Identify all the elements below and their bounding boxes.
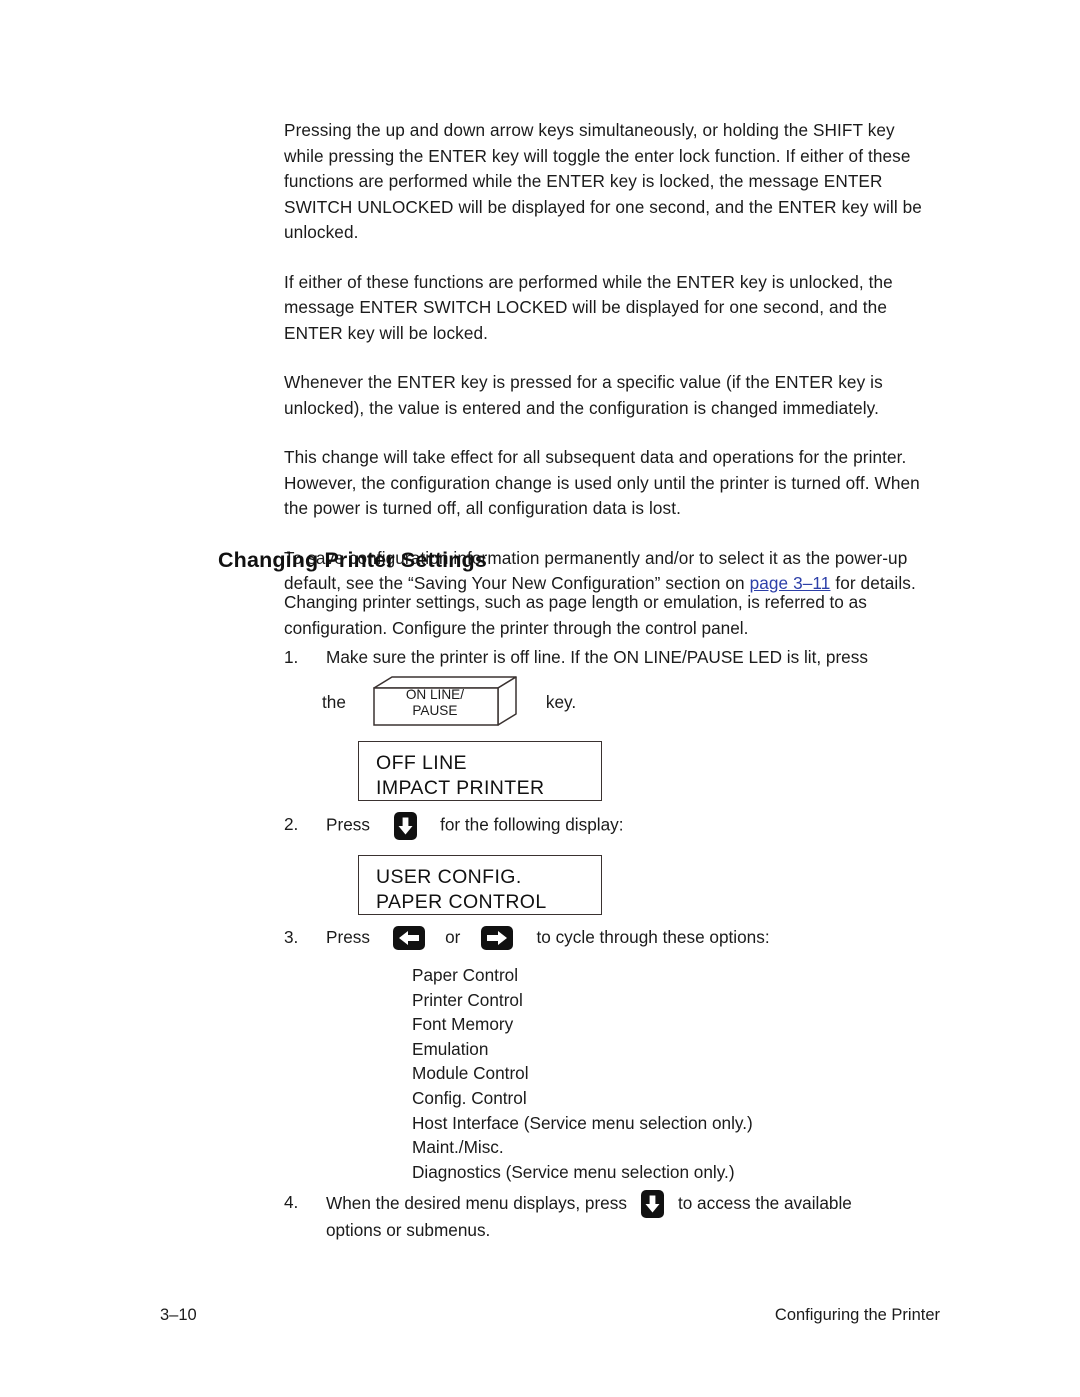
step-3-before-icon: Press xyxy=(326,927,370,947)
arrow-right-key-icon[interactable] xyxy=(480,926,513,951)
step-4-before-icon: When the desired menu displays, press xyxy=(326,1193,627,1214)
step-4-after-icon: to access the available xyxy=(677,1193,852,1214)
document-page: Pressing the up and down arrow keys simu… xyxy=(0,0,1080,1397)
list-item: Diagnostics (Service menu selection only… xyxy=(412,1161,735,1182)
step-2: 2. Press for the following display: xyxy=(284,812,944,840)
list-item: Emulation xyxy=(412,1038,489,1059)
lcd-display-1-line-2: IMPACT PRINTER xyxy=(376,777,545,799)
step-4: 4. When the desired menu displays, press… xyxy=(284,1190,944,1244)
step-4-second-line: options or submenus. xyxy=(326,1220,491,1240)
lcd-display-2-line-1: USER CONFIG. xyxy=(376,866,522,888)
arrow-down-key-icon[interactable] xyxy=(640,1190,664,1218)
step-1-number: 1. xyxy=(284,647,299,667)
on-line-pause-key-line: the ON LINE/ PAUSE key. xyxy=(322,676,576,728)
paragraph-4: This change will take effect for all sub… xyxy=(284,447,920,518)
keyline-lead-text: the xyxy=(322,691,346,712)
lcd-display-off-line: OFF LINE IMPACT PRINTER xyxy=(358,741,602,801)
step-3: 3. Press or to cycle through these optio… xyxy=(284,925,944,951)
step-3-after-icon: to cycle through these options: xyxy=(536,927,770,947)
step-3-between-icons: or xyxy=(445,927,461,947)
list-item: Maint./Misc. xyxy=(412,1137,504,1158)
lcd-display-1-line-1: OFF LINE xyxy=(376,752,467,774)
arrow-left-key-icon[interactable] xyxy=(392,926,425,951)
step-2-number: 2. xyxy=(284,814,299,834)
step-1-text: Make sure the printer is off line. If th… xyxy=(326,647,868,667)
keyline-trail-text: key. xyxy=(545,691,577,712)
step-2-after-icon: for the following display: xyxy=(440,814,624,835)
step-2-before-icon: Press xyxy=(326,814,370,835)
step-4-text: When the desired menu displays, press to… xyxy=(326,1190,944,1244)
page-title: Changing Printer Settings xyxy=(218,548,487,572)
list-item: Module Control xyxy=(412,1063,529,1084)
list-item: Host Interface (Service menu selection o… xyxy=(412,1112,753,1133)
paragraph-2: If either of these functions are perform… xyxy=(284,271,893,343)
step-2-text: Press for the following display: xyxy=(326,812,944,840)
list-item: Paper Control xyxy=(412,965,519,985)
menu-options-list: Paper Control Printer Control Font Memor… xyxy=(412,963,753,1184)
footer-page-number: 3–10 xyxy=(160,1306,197,1324)
lcd-display-user-config: USER CONFIG. PAPER CONTROL xyxy=(358,855,602,915)
arrow-down-key-icon[interactable] xyxy=(393,812,417,840)
step-4-number: 4. xyxy=(284,1192,299,1212)
lcd-display-2-line-2: PAPER CONTROL xyxy=(376,891,547,913)
step-4-first-line: When the desired menu displays, press to… xyxy=(326,1190,944,1218)
body-text-column: Pressing the up and down arrow keys simu… xyxy=(284,118,934,597)
step-3-number: 3. xyxy=(284,927,299,947)
footer-section-title: Configuring the Printer xyxy=(774,1306,940,1324)
on-line-pause-keycap[interactable]: ON LINE/ PAUSE xyxy=(356,676,524,728)
paragraph-3: Whenever the ENTER key is pressed for a … xyxy=(284,372,883,418)
list-item: Font Memory xyxy=(412,1014,514,1035)
page-footer: 3–10 Configuring the Printer xyxy=(0,1306,1080,1330)
step-3-text: Press or to cycle through these options: xyxy=(326,925,944,951)
step-1: 1. Make sure the printer is off line. If… xyxy=(284,645,944,671)
section-intro-paragraph: Changing printer settings, such as page … xyxy=(284,592,867,638)
paragraph-1: Pressing the up and down arrow keys simu… xyxy=(284,120,922,242)
list-item: Config. Control xyxy=(412,1087,527,1108)
list-item: Printer Control xyxy=(412,989,523,1010)
